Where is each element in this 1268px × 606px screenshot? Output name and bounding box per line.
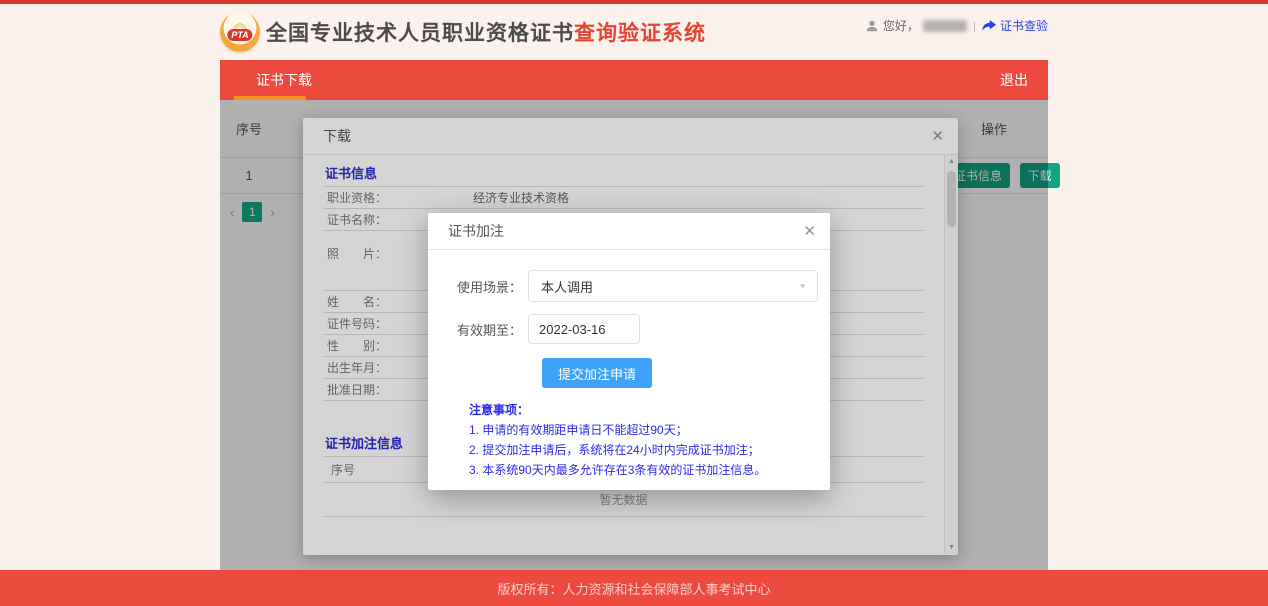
page-title: 全国专业技术人员职业资格证书查询验证系统 <box>266 17 706 47</box>
note-line-2: 2. 提交加注申请后，系统将在24小时内完成证书加注； <box>469 440 818 460</box>
verify-link-label: 证书查验 <box>1000 17 1048 34</box>
logo-flame-icon: ︽ <box>233 16 247 30</box>
logout-button[interactable]: 退出 <box>1000 60 1028 100</box>
usage-scene-value: 本人调用 <box>541 277 593 296</box>
annotation-modal-body: 使用场景： 本人调用 ▼ 有效期至： 提交加注申请 注意事项： 1. 申请的有效… <box>428 250 830 480</box>
logo-text: PTA <box>227 29 252 41</box>
pta-logo: ︽ PTA <box>220 12 260 52</box>
note-line-3: 3. 本系统90天内最多允许存在3条有效的证书加注信息。 <box>469 460 818 480</box>
greeting-text: 您好， <box>883 17 919 34</box>
redacted-username <box>923 20 967 32</box>
page-footer: 版权所有：人力资源和社会保障部人事考试中心 <box>0 570 1268 606</box>
usage-scene-select[interactable]: 本人调用 ▼ <box>528 270 818 302</box>
content-area: 序号 操作 1 证书信息 下载 ‹ 1 › 下载 ✕ ▲ ▼ 证书信息 <box>220 100 1048 570</box>
scene-form-row: 使用场景： 本人调用 ▼ <box>442 270 818 302</box>
copyright-text: 版权所有：人力资源和社会保障部人事考试中心 <box>497 579 770 598</box>
expiry-form-row: 有效期至： <box>442 314 818 344</box>
user-icon <box>865 19 879 33</box>
annotation-modal-header: 证书加注 ✕ <box>428 213 830 250</box>
main-navbar: 证书下载 退出 <box>220 60 1048 100</box>
chevron-down-icon: ▼ <box>798 282 807 290</box>
annotation-modal: 证书加注 ✕ 使用场景： 本人调用 ▼ 有效期至： 提交加注申请 注意事项： 1… <box>428 213 830 490</box>
note-line-1: 1. 申请的有效期距申请日不能超过90天； <box>469 420 818 440</box>
page-title-main: 全国专业技术人员职业资格证书 <box>266 22 574 45</box>
expiry-label: 有效期至： <box>442 320 522 339</box>
share-arrow-icon <box>982 19 996 32</box>
tab-certificate-download[interactable]: 证书下载 <box>234 60 334 100</box>
certificate-verify-link[interactable]: 证书查验 <box>982 17 1048 34</box>
page-title-accent: 查询验证系统 <box>574 22 706 45</box>
scene-label: 使用场景： <box>442 277 522 296</box>
expiry-date-input[interactable] <box>528 314 640 344</box>
annotation-modal-title: 证书加注 <box>448 221 504 241</box>
notes-block: 注意事项： 1. 申请的有效期距申请日不能超过90天； 2. 提交加注申请后，系… <box>469 400 818 480</box>
userbar-divider: | <box>973 19 976 33</box>
notes-title: 注意事项： <box>469 400 818 420</box>
submit-annotation-button[interactable]: 提交加注申请 <box>542 358 652 388</box>
annotation-modal-close-icon[interactable]: ✕ <box>803 224 816 239</box>
user-bar: 您好， | 证书查验 <box>865 17 1048 34</box>
